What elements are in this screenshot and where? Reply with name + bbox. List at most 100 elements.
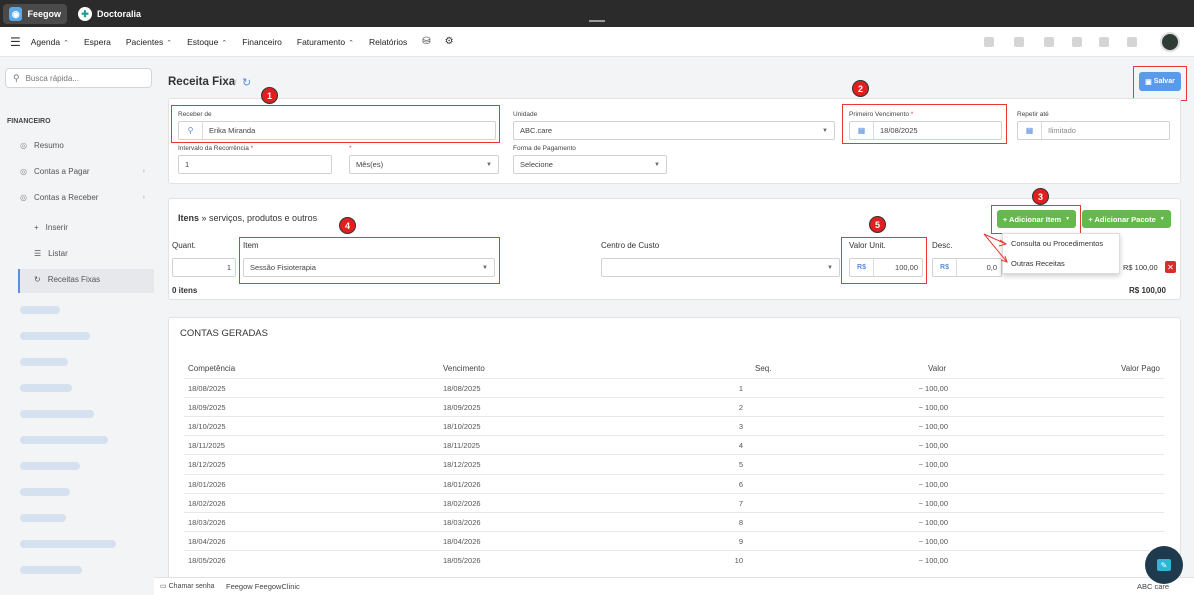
blurred-menu-item[interactable] xyxy=(20,410,94,418)
field-value: 1 xyxy=(226,263,231,272)
sidebar-subitem-receitas-fixas[interactable]: ↻ Receitas Fixas xyxy=(34,272,100,286)
required-mark: * xyxy=(250,145,254,152)
menu-item[interactable]: Faturamento ⌃ xyxy=(297,37,354,47)
table-cell: 6 xyxy=(738,479,743,489)
items-count: 0 itens xyxy=(172,286,198,295)
hamburger-icon[interactable]: ☰ xyxy=(10,35,21,49)
menu-item-label: Agenda xyxy=(30,36,61,47)
menu-item-label: Faturamento xyxy=(296,36,346,47)
centro-custo-select[interactable]: ▼ xyxy=(601,258,840,277)
dropdown-item-consulta[interactable]: Consulta ou Procedimentos xyxy=(1011,239,1103,248)
footer: ▭ Chamar senha Feegow FeegowClinic ABC ca… xyxy=(154,577,1194,595)
menu-item[interactable]: Agenda ⌃ xyxy=(31,37,69,47)
periodo-select[interactable]: Mês(es) ▼ xyxy=(349,155,499,174)
primeiro-vencimento-field[interactable]: ▦ 18/08/2025 xyxy=(849,121,1002,140)
blurred-menu-item[interactable] xyxy=(20,358,68,366)
blurred-menu-item[interactable] xyxy=(20,566,82,574)
sidebar-subitem-label: Listar xyxy=(48,248,68,258)
chevron-down-icon: › xyxy=(142,193,145,201)
sidebar-subitem-inserir[interactable]: + Inserir xyxy=(34,220,68,234)
plus-icon: + xyxy=(34,222,39,232)
item-select[interactable]: Sessão Fisioterapia ▼ xyxy=(243,258,495,277)
menu-item-label: Financeiro xyxy=(242,36,282,47)
intervalo-field[interactable]: 1 xyxy=(178,155,332,174)
field-label: Forma de Pagamento xyxy=(513,145,576,152)
forma-pagamento-select[interactable]: Selecione ▼ xyxy=(513,155,667,174)
table-cell: 18/03/2026 xyxy=(443,517,481,527)
delete-row-button[interactable]: ✕ xyxy=(1165,261,1176,273)
doctoralia-icon: ✚ xyxy=(78,7,92,21)
menu-item[interactable]: Relatórios xyxy=(369,37,407,47)
blurred-menu-item[interactable] xyxy=(20,514,66,522)
header-icon[interactable] xyxy=(1127,37,1137,47)
blurred-menu-item[interactable] xyxy=(20,384,72,392)
blurred-menu-item[interactable] xyxy=(20,488,70,496)
header-icon[interactable] xyxy=(1072,37,1082,47)
currency-label: R$ xyxy=(933,259,957,276)
blurred-menu-item[interactable] xyxy=(20,332,90,340)
field-value: ABC.care xyxy=(520,126,553,135)
table-cell: 2 xyxy=(738,403,743,413)
blurred-menu-item[interactable] xyxy=(20,462,80,470)
add-pacote-button[interactable]: + Adicionar Pacote ▼ xyxy=(1082,210,1171,228)
field-value: 1 xyxy=(185,160,190,169)
menu-item[interactable]: Pacientes ⌃ xyxy=(126,37,172,47)
annotation-badge: 5 xyxy=(869,216,886,233)
refresh-icon[interactable]: ↻ xyxy=(242,76,251,89)
chevron-icon: ⌃ xyxy=(348,39,354,47)
table-cell: ~ 100,00 xyxy=(918,441,948,451)
menu-item[interactable]: Espera xyxy=(84,37,111,47)
avatar[interactable] xyxy=(1160,32,1180,52)
chat-button[interactable]: ✎ xyxy=(1145,546,1183,584)
sidebar-item-contas-receber[interactable]: ◎ Contas a Receber › xyxy=(20,190,145,204)
calendar-icon: ▦ xyxy=(1018,122,1042,139)
menu-item[interactable]: Financeiro xyxy=(242,37,282,47)
table-row: 18/02/2026 18/02/2026 7 ~ 100,00 xyxy=(184,492,1164,512)
sidebar-item-resumo[interactable]: ◎ Resumo xyxy=(20,138,145,152)
unidade-select[interactable]: ABC.care ▼ xyxy=(513,121,835,140)
annotation-badge: 4 xyxy=(339,217,356,234)
header-icon[interactable] xyxy=(984,37,994,47)
receber-de-field[interactable]: ⚲ Erika Miranda xyxy=(178,121,496,140)
header-icon[interactable] xyxy=(1099,37,1109,47)
valor-unit-field[interactable]: R$ 100,00 xyxy=(849,258,923,277)
header-icon[interactable] xyxy=(1044,37,1054,47)
table-row: 18/04/2026 18/04/2026 9 ~ 100,00 xyxy=(184,530,1164,550)
header-icon[interactable] xyxy=(1014,37,1024,47)
list-icon: ☰ xyxy=(34,248,42,258)
sidebar-subitem-listar[interactable]: ☰ Listar xyxy=(34,246,68,260)
title-bar: ◉ Feegow ✚ Doctoralia xyxy=(0,0,1194,27)
table-cell: 18/10/2025 xyxy=(443,422,481,432)
page-title: Receita Fixa xyxy=(168,76,236,88)
quantity-field[interactable]: 1 xyxy=(172,258,236,277)
app-tab-doctoralia[interactable]: ✚ Doctoralia xyxy=(72,4,152,24)
table-cell: ~ 100,00 xyxy=(918,536,948,546)
add-item-button[interactable]: + Adicionar Item ▼ xyxy=(997,210,1076,228)
app-tab-feegow[interactable]: ◉ Feegow xyxy=(3,4,67,24)
blurred-menu-item[interactable] xyxy=(20,540,116,548)
settings-icon[interactable]: ⚙ xyxy=(445,36,454,47)
blurred-menu-item[interactable] xyxy=(20,306,60,314)
dropdown-item-outras-receitas[interactable]: Outras Receitas xyxy=(1011,259,1065,268)
sidebar-subitem-label: Receitas Fixas xyxy=(47,274,101,284)
column-header: Quant. xyxy=(172,241,197,250)
database-icon[interactable]: ⛁ xyxy=(422,36,430,47)
chamar-label: Chamar senha xyxy=(168,583,215,590)
column-header: Competência xyxy=(188,364,236,373)
table-cell: 18/01/2026 xyxy=(188,479,226,489)
annotation-arrows xyxy=(983,233,1008,263)
drag-handle[interactable] xyxy=(589,20,605,22)
caret-down-icon: ▼ xyxy=(1159,216,1165,222)
repetir-ate-field[interactable]: ▦ Ilimitado xyxy=(1017,121,1170,140)
currency-label: R$ xyxy=(850,259,874,276)
menu-item[interactable]: Estoque ⌃ xyxy=(187,37,227,47)
items-title: Itens » serviços, produtos e outros xyxy=(178,213,317,223)
field-value: 100,00 xyxy=(895,263,918,272)
quick-search-input[interactable]: ⚲ Busca rápida... xyxy=(5,68,152,88)
table-cell: 8 xyxy=(738,517,743,527)
chamar-senha-button[interactable]: ▭ Chamar senha xyxy=(160,582,215,590)
table-cell: ~ 100,00 xyxy=(918,403,948,413)
sidebar-item-contas-pagar[interactable]: ◎ Contas a Pagar › xyxy=(20,164,145,178)
blurred-menu-item[interactable] xyxy=(20,436,108,444)
table-row: 18/01/2026 18/01/2026 6 ~ 100,00 xyxy=(184,473,1164,493)
